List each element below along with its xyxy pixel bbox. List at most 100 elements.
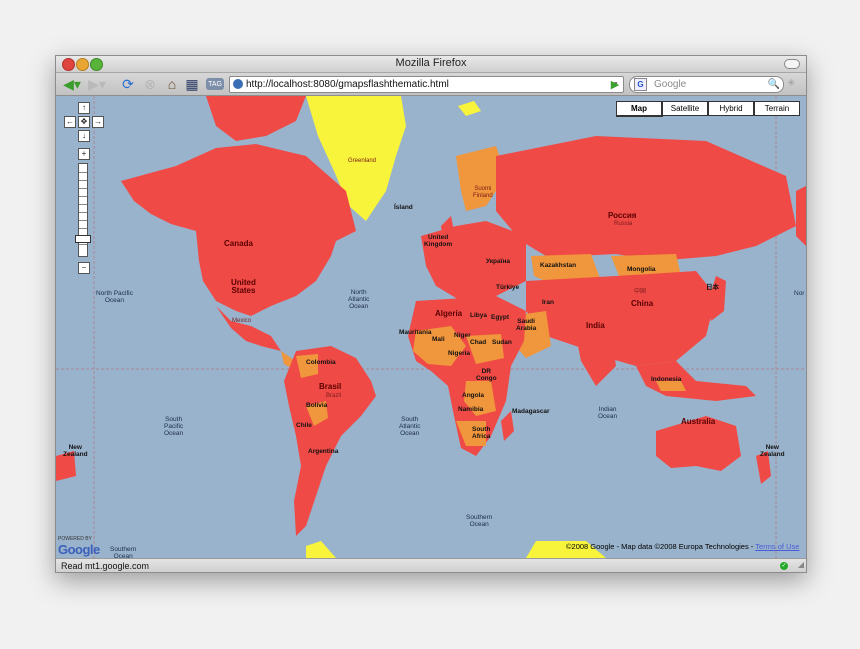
label-new-zealand-right: New Zealand [760,444,785,458]
search-placeholder: Google [654,79,687,90]
map-type-satellite-button[interactable]: Satellite [662,101,708,116]
label-libya: Libya [470,312,487,319]
map-type-terrain-button[interactable]: Terrain [754,101,800,116]
map-viewport[interactable]: Map Satellite Hybrid Terrain ↑ ← ✥ → ↓ +… [56,96,806,558]
go-button[interactable]: ▶ [608,76,622,92]
label-southern-ocean-left: Southern Ocean [110,546,137,558]
label-russia-native: Россия [608,211,637,220]
label-iceland: Ísland [394,204,413,211]
label-brasil-sub: Brazil [326,393,342,399]
label-south-africa: South Africa [472,426,491,440]
label-egypt: Egypt [491,314,510,321]
tag-button[interactable]: TAG [206,78,224,90]
label-china: China [631,299,654,308]
back-arrow-icon: ◀▾ [63,75,81,92]
map-type-hybrid-button[interactable]: Hybrid [708,101,754,116]
label-australia: Australia [681,417,716,426]
label-japan: 日本 [706,284,719,291]
back-button[interactable]: ◀▾ [60,76,84,92]
label-canada: Canada [224,239,253,248]
label-drc: DR Congo [476,368,497,382]
copyright-text: ©2008 Google - Map data ©2008 Europa Tec… [566,542,756,551]
label-southern-ocean: Southern Ocean [466,514,493,528]
site-globe-icon [233,79,243,89]
pan-up-button[interactable]: ↑ [78,102,90,114]
label-ocean-right-edge: Nor [794,290,805,297]
label-united-states: United States [231,278,256,295]
zoom-out-button[interactable]: − [78,262,90,274]
zoom-in-button[interactable]: + [78,148,90,160]
thematic-world-map[interactable] [56,96,806,558]
url-text: http://localhost:8080/gmapsflashthematic… [246,79,449,90]
label-madagascar: Madagascar [512,408,550,415]
forward-arrow-icon: ▶▾ [88,75,106,92]
title-bar: Mozilla Firefox [56,56,806,73]
activity-spinner-icon: ✳ [787,78,796,89]
label-argentina: Argentina [308,448,339,455]
map-type-map-button[interactable]: Map [616,101,663,117]
label-united-kingdom: United Kingdom [424,234,453,248]
label-turkey: Türkiye [496,284,520,291]
label-finland: Suomi Finland [473,186,493,199]
stop-button[interactable]: ⊗ [142,76,158,92]
reload-button[interactable]: ⟳ [120,76,136,92]
label-south-pacific-ocean: South Pacific Ocean [164,416,184,437]
pan-right-button[interactable]: → [92,116,104,128]
window-title: Mozilla Firefox [395,57,467,69]
label-india: India [586,321,605,330]
navigation-toolbar: ◀▾ ▶▾ ⟳ ⊗ ⌂ ▦ TAG http://localhost:8080/… [56,73,806,96]
label-chile: Chile [296,422,312,429]
toolbar-toggle-button[interactable] [784,59,800,69]
pan-down-button[interactable]: ↓ [78,130,90,142]
home-icon: ⌂ [167,76,177,92]
label-indonesia: Indonesia [651,376,682,383]
status-text: Read mt1.google.com [61,561,150,571]
label-bolivia: Bolivia [306,402,328,409]
zoom-slider-handle[interactable] [75,235,91,243]
google-logo[interactable]: Google [58,542,100,557]
label-russia: Russia [614,221,633,227]
bookmark-button[interactable]: ▦ [184,76,200,92]
browser-window: Mozilla Firefox ◀▾ ▶▾ ⟳ ⊗ ⌂ ▦ TAG http:/… [55,55,807,573]
map-copyright: ©2008 Google - Map data ©2008 Europa Tec… [566,542,799,551]
reload-icon: ⟳ [122,75,134,92]
label-ukraine: Україна [486,258,511,265]
bookmark-icon: ▦ [185,75,199,92]
terms-of-use-link[interactable]: Terms of Use [755,542,799,551]
label-niger: Niger [454,332,471,339]
label-sudan: Sudan [492,339,512,346]
label-colombia: Colombia [306,359,336,366]
label-mauritania: Mauritania [399,329,432,336]
home-button[interactable]: ⌂ [164,76,180,92]
search-engine-icon[interactable]: G [634,78,647,91]
label-south-atlantic-ocean: South Atlantic Ocean [399,416,421,437]
go-arrow-icon: ▶ [610,78,620,91]
label-algeria: Algeria [435,309,463,318]
forward-button[interactable]: ▶▾ [86,76,108,92]
label-saudi-arabia: Saudi Arabia [516,318,537,332]
label-mali: Mali [432,336,445,343]
label-north-atlantic-ocean: North Atlantic Ocean [348,289,370,310]
label-iran: Iran [542,299,554,306]
label-mexico: Mexico [232,318,252,324]
stop-icon: ⊗ [144,75,156,92]
resize-grip-icon[interactable]: ◢ [798,558,804,572]
pan-left-button[interactable]: ← [64,116,76,128]
status-bar: Read mt1.google.com ✓ ◢ [56,558,806,572]
search-input[interactable]: G Google 🔍 [629,76,784,93]
label-greenland: Greenland [348,158,377,164]
label-mongolia: Mongolia [627,266,656,273]
label-north-pacific-ocean: North Pacific Ocean [96,290,133,304]
label-china-native: 中国 [634,289,647,295]
label-kazakhstan: Kazakhstan [540,262,577,269]
url-bar[interactable]: http://localhost:8080/gmapsflashthematic… [229,76,624,93]
label-brasil: Brasil [319,382,342,391]
pan-center-button[interactable]: ✥ [78,116,90,128]
search-icon[interactable]: 🔍 [768,77,780,92]
label-angola: Angola [462,392,485,399]
label-new-zealand-left: New Zealand [63,444,88,458]
label-namibia: Namibia [458,406,484,413]
status-ok-icon: ✓ [780,562,788,570]
label-chad: Chad [470,339,487,346]
label-indian-ocean: Indian Ocean [598,406,618,420]
